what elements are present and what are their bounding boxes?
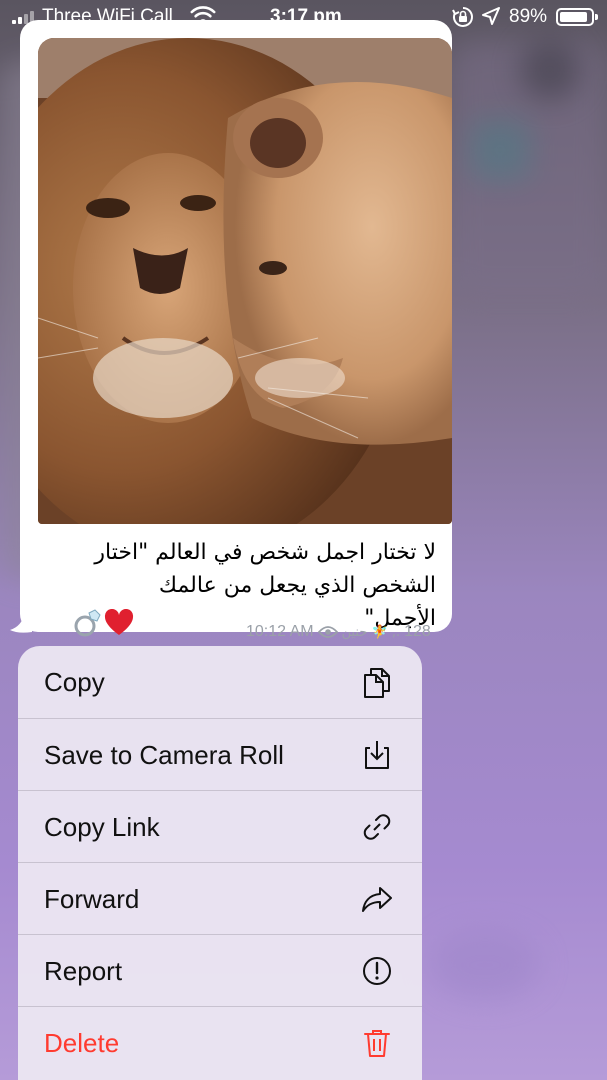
menu-item-label: Copy — [44, 666, 105, 697]
background-blur — [430, 930, 540, 1000]
menu-item-copy-link[interactable]: Copy Link — [18, 791, 422, 863]
lions-photo-illustration — [38, 38, 452, 524]
ring-emoji — [72, 608, 102, 643]
location-arrow-icon — [482, 7, 500, 25]
background-blur — [470, 120, 530, 180]
forward-icon — [362, 887, 392, 912]
context-menu: Copy Save to Camera Roll Copy Link Forwa… — [18, 646, 422, 1080]
battery-icon — [556, 8, 598, 26]
battery-percentage: 89% — [509, 6, 548, 27]
menu-item-copy[interactable]: Copy — [18, 646, 422, 718]
message-line: لا تختار اجمل شخص في العالم "اختار — [94, 540, 436, 565]
save-download-icon — [365, 741, 389, 769]
message-line: الشخص الذي يجعل من عالمك — [158, 573, 436, 598]
menu-item-label: Delete — [44, 1027, 120, 1058]
menu-item-label: Forward — [44, 883, 140, 914]
bubble-tail — [10, 614, 32, 633]
author-signature: حنين 🧚 ,. — [341, 624, 401, 640]
menu-item-forward[interactable]: Forward — [18, 863, 422, 935]
report-exclamation-icon — [363, 957, 391, 985]
menu-item-label: Report — [44, 955, 123, 986]
background-blur — [520, 40, 580, 100]
heart-emoji — [104, 608, 134, 642]
menu-item-save-to-camera-roll[interactable]: Save to Camera Roll — [18, 719, 422, 791]
message-meta: 10:12 AM حنين 🧚 ,. 128 — [246, 620, 431, 644]
eye-icon — [317, 626, 338, 638]
menu-item-report[interactable]: Report — [18, 935, 422, 1007]
link-icon — [363, 814, 391, 840]
menu-item-delete[interactable]: Delete — [18, 1007, 422, 1079]
view-count: 128 — [404, 623, 431, 640]
rotation-lock-icon — [452, 7, 473, 27]
timestamp: 10:12 AM — [246, 623, 314, 640]
message-emojis — [72, 608, 134, 643]
menu-item-label: Save to Camera Roll — [44, 739, 284, 770]
trash-icon — [364, 1030, 390, 1057]
message-photo[interactable] — [38, 38, 452, 524]
copy-icon — [364, 668, 390, 698]
menu-item-label: Copy Link — [44, 811, 160, 842]
message-bubble[interactable]: لا تختار اجمل شخص في العالم "اختار الشخص… — [20, 20, 452, 640]
